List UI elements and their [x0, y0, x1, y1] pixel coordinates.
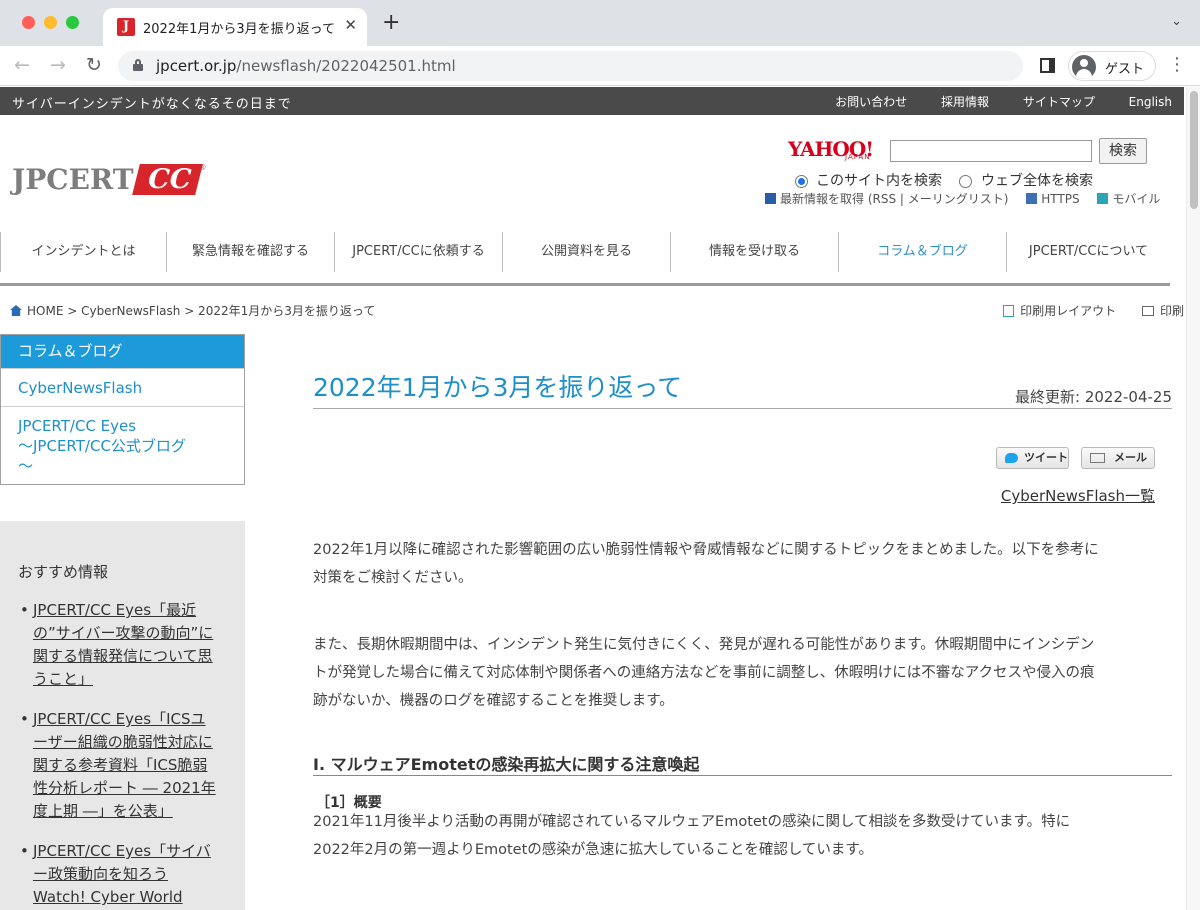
nav-incident[interactable]: インシデントとは — [0, 232, 166, 272]
yahoo-japan-sublogo: JAPAN — [845, 153, 871, 161]
contact-link[interactable]: お問い合わせ — [835, 95, 907, 109]
sidebar-menu: コラム＆ブログ CyberNewsFlash JPCERT/CC Eyes ～J… — [0, 334, 245, 485]
sidebar-item-cybernewsflash[interactable]: CyberNewsFlash — [1, 368, 244, 406]
back-arrow-icon[interactable]: ← — [14, 54, 30, 76]
recommend-panel: おすすめ情報 • JPCERT/CC Eyes「最近 の”サイバー攻撃の動向”に… — [0, 521, 245, 910]
site-tagline: サイバーインシデントがなくなるその日まで — [12, 97, 292, 112]
https-icon — [1026, 193, 1038, 204]
top-links: お問い合わせ 採用情報 サイトマップ English — [805, 93, 1172, 110]
search-site-radio[interactable] — [795, 175, 808, 188]
site-topbar: サイバーインシデントがなくなるその日まで お問い合わせ 採用情報 サイトマップ … — [0, 87, 1184, 115]
cybernewsflash-list-link[interactable]: CyberNewsFlash一覧 — [1001, 485, 1155, 506]
browser-tabbar: J 2022年1月から3月を振り返って ✕ + ⌄ — [0, 0, 1200, 46]
article-title: 2022年1月から3月を振り返って — [313, 373, 683, 402]
reload-icon[interactable]: ↻ — [86, 54, 102, 76]
search-site-label[interactable]: このサイト内を検索 — [816, 170, 942, 190]
home-icon — [10, 305, 22, 316]
print-layout-link[interactable]: 印刷用レイアウト — [1020, 304, 1116, 318]
https-link[interactable]: HTTPS — [1041, 192, 1079, 206]
browser-toolbar: ← → ↻ jpcert.or.jp/newsflash/2022042501.… — [0, 46, 1200, 86]
mobile-link[interactable]: モバイル — [1112, 192, 1160, 206]
scrollbar-thumb[interactable] — [1190, 91, 1198, 209]
search-input[interactable] — [890, 140, 1092, 162]
rss-link[interactable]: 最新情報を取得 (RSS | メーリングリスト) — [780, 192, 1008, 206]
section-divider — [313, 775, 1172, 776]
sidebar-item-jpcert-eyes[interactable]: JPCERT/CC Eyes ～JPCERT/CC公式ブログ ～ — [1, 406, 244, 476]
tab-title: 2022年1月から3月を振り返って — [143, 22, 335, 37]
sitemap-link[interactable]: サイトマップ — [1023, 95, 1095, 109]
jpcert-logo[interactable]: JPCERT CC ® — [12, 163, 207, 196]
recommend-item[interactable]: • JPCERT/CC Eyes「最近 の”サイバー攻撃の動向”に 関する情報発… — [20, 599, 230, 691]
recommend-title: おすすめ情報 — [18, 563, 109, 581]
print-layout-icon — [1003, 305, 1015, 317]
guest-avatar-icon — [1072, 55, 1096, 79]
search-button[interactable]: 検索 — [1099, 138, 1147, 164]
nav-column-blog[interactable]: コラム＆ブログ — [838, 232, 1006, 272]
print-links: 印刷用レイアウト 印刷 — [1003, 302, 1184, 319]
article-paragraph: また、長期休暇期間中は、インシデント発生に気付きにくく、発見が遅れる可能性があり… — [313, 637, 1095, 709]
nav-publications[interactable]: 公開資料を見る — [502, 232, 670, 272]
last-updated: 最終更新: 2022-04-25 — [1015, 388, 1172, 406]
section-heading: I. マルウェアEmotetの感染再拡大に関する注意喚起 — [313, 755, 700, 774]
envelope-icon — [1090, 453, 1105, 463]
recommend-item[interactable]: • JPCERT/CC Eyes「サイバ ー政策動向を知ろう Watch! Cy… — [20, 840, 230, 909]
profile-button[interactable]: ゲスト — [1068, 51, 1156, 81]
rss-icon — [765, 193, 776, 204]
recruit-link[interactable]: 採用情報 — [941, 95, 989, 109]
url-text[interactable]: jpcert.or.jp/newsflash/2022042501.html — [156, 57, 456, 75]
nav-request[interactable]: JPCERT/CCに依頼する — [334, 232, 502, 272]
search-web-label[interactable]: ウェブ全体を検索 — [981, 170, 1093, 190]
title-divider — [313, 408, 1172, 409]
breadcrumb[interactable]: HOME > CyberNewsFlash > 2022年1月から3月を振り返っ… — [10, 302, 375, 319]
english-link[interactable]: English — [1129, 95, 1172, 109]
tab-close-icon[interactable]: ✕ — [344, 16, 357, 34]
forward-arrow-icon[interactable]: → — [50, 54, 66, 76]
header-mini-links: 最新情報を取得 (RSS | メーリングリスト) HTTPS モバイル — [765, 190, 1160, 207]
nav-about[interactable]: JPCERT/CCについて — [1006, 232, 1170, 272]
profile-label: ゲスト — [1105, 62, 1145, 77]
side-panel-icon[interactable] — [1040, 58, 1055, 73]
new-tab-plus-icon[interactable]: + — [382, 12, 400, 34]
print-link[interactable]: 印刷 — [1160, 304, 1184, 318]
zoom-window-button[interactable] — [66, 16, 79, 29]
address-bar[interactable]: jpcert.or.jp/newsflash/2022042501.html — [118, 51, 1023, 81]
tweet-button[interactable]: ツイート — [996, 447, 1069, 469]
article-paragraph: 2022年1月以降に確認された影響範囲の広い脆弱性情報や脅威情報などに関するトピ… — [313, 542, 1099, 586]
twitter-bird-icon — [1005, 453, 1018, 463]
browser-menu-icon[interactable]: ⋮ — [1168, 55, 1186, 75]
main-navigation: インシデントとは 緊急情報を確認する JPCERT/CCに依頼する 公開資料を見… — [0, 232, 1170, 286]
mail-button[interactable]: メール — [1081, 447, 1155, 469]
tab-search-chevron-icon[interactable]: ⌄ — [1171, 14, 1182, 29]
browser-tab[interactable]: J 2022年1月から3月を振り返って ✕ — [103, 8, 367, 46]
nav-receive-info[interactable]: 情報を受け取る — [670, 232, 838, 272]
lock-icon[interactable] — [133, 59, 143, 71]
sidebar-heading[interactable]: コラム＆ブログ — [1, 335, 244, 368]
printer-icon — [1141, 306, 1154, 316]
search-web-radio[interactable] — [959, 175, 972, 188]
mobile-icon — [1097, 193, 1109, 204]
page-scrollbar[interactable] — [1186, 87, 1200, 910]
minimize-window-button[interactable] — [44, 16, 57, 29]
article-paragraph: 2021年11月後半より活動の再開が確認されているマルウェアEmotetの感染に… — [313, 814, 1071, 858]
close-window-button[interactable] — [22, 16, 35, 29]
nav-emergency[interactable]: 緊急情報を確認する — [166, 232, 334, 272]
jpcert-favicon-icon: J — [117, 18, 135, 36]
recommend-item[interactable]: • JPCERT/CC Eyes「ICSユ ーザー組織の脆弱性対応に 関する参考… — [20, 708, 230, 823]
